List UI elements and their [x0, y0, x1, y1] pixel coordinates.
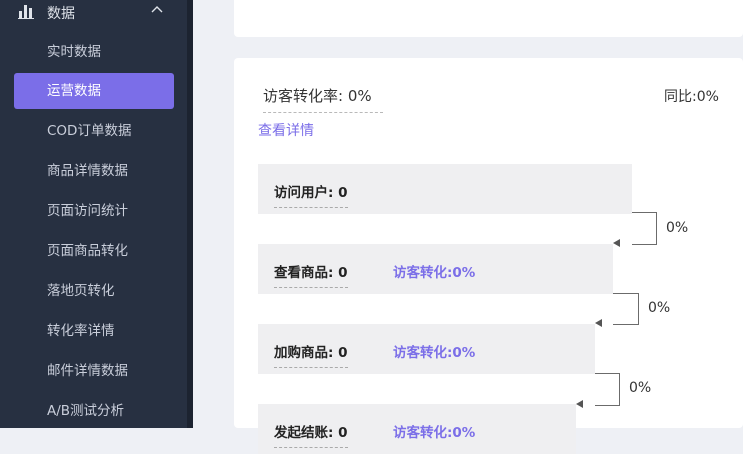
- arrow-left-icon: [595, 319, 602, 327]
- stage-conversion: 访客转化:0%: [393, 341, 475, 361]
- sidebar-group-label: 数据: [47, 6, 75, 22]
- yoy-label: 同比:: [664, 89, 697, 105]
- metric-value: 0: [338, 425, 348, 441]
- step-rate: 0%: [666, 220, 689, 236]
- sidebar-item-label: 页面访问统计: [47, 203, 128, 219]
- funnel-connector: [595, 373, 620, 406]
- sidebar-item-label: 邮件详情数据: [47, 363, 128, 379]
- funnel-stage-visitors: 访问用户: 0: [258, 164, 632, 214]
- sidebar: 数据 实时数据 运营数据 COD订单数据 商品详情数据 页面访问统计 页面商品转…: [0, 0, 187, 428]
- sidebar-item-cod-orders[interactable]: COD订单数据: [14, 113, 174, 149]
- conv-label: 访客转化:: [393, 425, 453, 441]
- sidebar-item-label: A/B测试分析: [47, 403, 125, 419]
- metric-label: 发起结账:: [274, 425, 334, 441]
- chevron-up-icon[interactable]: [150, 3, 164, 17]
- funnel-connector: [613, 293, 639, 325]
- top-card: [234, 0, 743, 37]
- funnel-stage-view-product: 查看商品: 0 访客转化:0%: [258, 244, 613, 294]
- sidebar-item-email-details[interactable]: 邮件详情数据: [14, 353, 174, 389]
- funnel-stage-add-to-cart: 加购商品: 0 访客转化:0%: [258, 324, 595, 374]
- sidebar-scroll-edge: [187, 0, 193, 428]
- bar-chart-icon: [18, 5, 34, 19]
- sidebar-item-label: 转化率详情: [47, 323, 115, 339]
- yoy-rate: 同比:0%: [664, 86, 719, 106]
- sidebar-item-label: 落地页转化: [47, 283, 115, 299]
- sidebar-item-label: 实时数据: [47, 44, 101, 60]
- sidebar-item-operations[interactable]: 运营数据: [14, 73, 174, 109]
- conv-label: 访客转化:: [393, 265, 453, 281]
- metric-value: 0: [338, 265, 348, 281]
- sidebar-group-data[interactable]: 数据: [0, 0, 187, 26]
- metric-label: 访问用户:: [274, 185, 334, 201]
- metric-value: 0: [338, 185, 348, 201]
- metric-value: 0: [338, 345, 348, 361]
- stage-metric: 加购商品: 0: [274, 341, 348, 368]
- sidebar-item-page-product-conversion[interactable]: 页面商品转化: [14, 233, 174, 269]
- sidebar-item-landing-conversion[interactable]: 落地页转化: [14, 273, 174, 309]
- sidebar-item-product-details[interactable]: 商品详情数据: [14, 153, 174, 189]
- stage-conversion: 访客转化:0%: [393, 421, 475, 441]
- visitor-rate-label: 访客转化率:: [263, 87, 344, 105]
- arrow-left-icon: [576, 400, 583, 408]
- stage-metric: 发起结账: 0: [274, 421, 348, 448]
- conv-value: 0%: [452, 345, 476, 361]
- sidebar-item-label: 商品详情数据: [47, 163, 128, 179]
- view-details-link[interactable]: 查看详情: [258, 120, 314, 140]
- sidebar-item-label: 页面商品转化: [47, 243, 128, 259]
- yoy-value: 0%: [696, 89, 719, 105]
- conv-value: 0%: [452, 265, 476, 281]
- sidebar-item-conversion-details[interactable]: 转化率详情: [14, 313, 174, 349]
- metric-label: 查看商品:: [274, 265, 334, 281]
- sidebar-item-label: COD订单数据: [47, 123, 132, 139]
- stage-metric: 访问用户: 0: [274, 181, 348, 208]
- visitor-conversion-rate: 访客转化率: 0%: [263, 85, 383, 113]
- visitor-rate-value: 0%: [347, 87, 372, 105]
- conv-value: 0%: [452, 425, 476, 441]
- stage-metric: 查看商品: 0: [274, 261, 348, 288]
- step-rate: 0%: [648, 300, 671, 316]
- funnel-stage-checkout: 发起结账: 0 访客转化:0%: [258, 404, 576, 454]
- conv-label: 访客转化:: [393, 345, 453, 361]
- sidebar-item-realtime[interactable]: 实时数据: [14, 34, 174, 70]
- funnel-connector: [632, 212, 657, 245]
- sidebar-item-label: 运营数据: [47, 83, 101, 99]
- sidebar-item-ab-test[interactable]: A/B测试分析: [14, 393, 174, 429]
- arrow-left-icon: [613, 239, 620, 247]
- stage-conversion: 访客转化:0%: [393, 261, 475, 281]
- step-rate: 0%: [629, 380, 652, 396]
- metric-label: 加购商品:: [274, 345, 334, 361]
- sidebar-item-page-visits[interactable]: 页面访问统计: [14, 193, 174, 229]
